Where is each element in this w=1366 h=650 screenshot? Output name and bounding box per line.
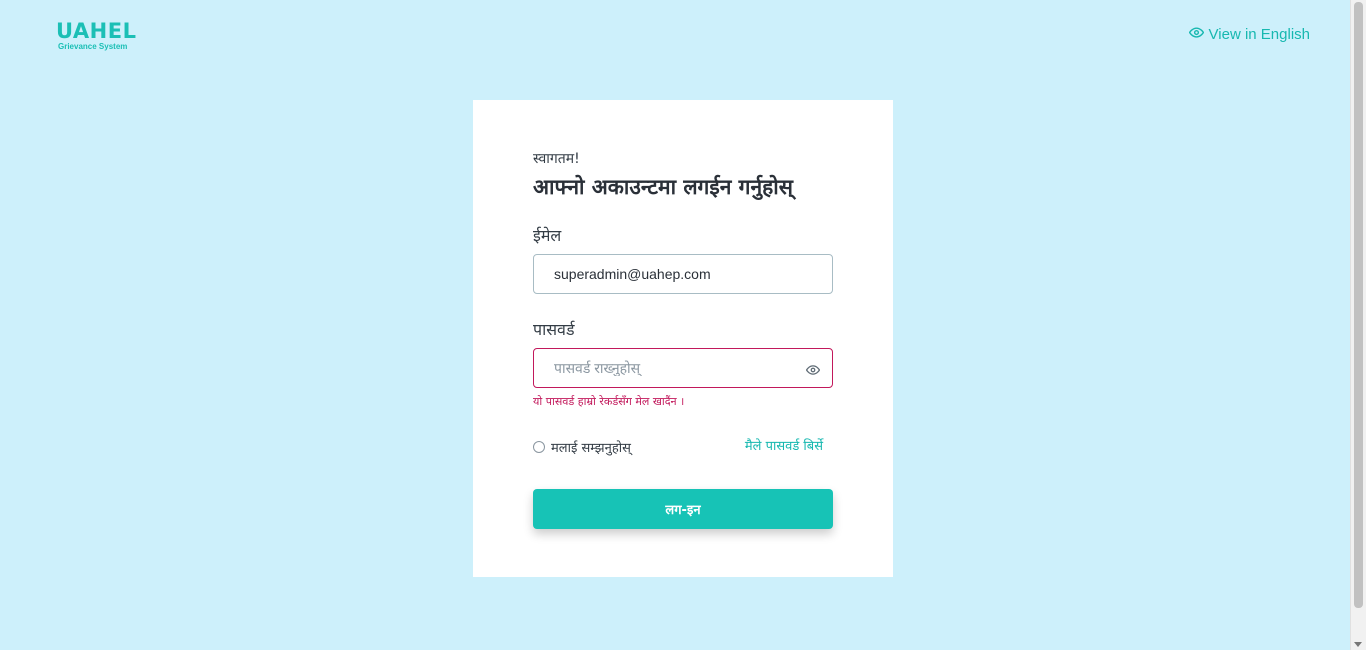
- password-error-message: यो पासवर्ड हाम्रो रेकर्डसँग मेल खादैंन ।: [533, 395, 685, 408]
- login-button[interactable]: लग-इन: [533, 489, 833, 529]
- language-toggle-link[interactable]: View in English: [1188, 25, 1310, 44]
- remember-me-radio[interactable]: मलाई सम्झनुहोस्: [533, 438, 631, 456]
- vertical-scrollbar[interactable]: [1350, 0, 1366, 650]
- page-title: आफ्नो अकाउन्टमा लगईन गर्नुहोस्: [533, 175, 793, 199]
- password-field[interactable]: [554, 360, 812, 376]
- password-label: पासवर्ड: [533, 320, 575, 339]
- login-card: स्वागतम! आफ्नो अकाउन्टमा लगईन गर्नुहोस् …: [473, 100, 893, 577]
- logo-subtitle: Grievance System: [58, 42, 128, 51]
- logo-title: UAHEL: [56, 19, 137, 43]
- email-field[interactable]: [554, 266, 812, 282]
- email-label: ईमेल: [533, 226, 562, 245]
- remember-me-label: मलाई सम्झनुहोस्: [551, 441, 631, 456]
- login-form: स्वागतम! आफ्नो अकाउन्टमा लगईन गर्नुहोस् …: [533, 150, 833, 529]
- scroll-down-arrow-icon[interactable]: [1354, 642, 1362, 647]
- show-password-eye-icon[interactable]: [805, 362, 821, 376]
- language-toggle-label: View in English: [1208, 26, 1310, 43]
- forgot-password-link[interactable]: मैले पासवर्ड बिर्से: [745, 436, 823, 454]
- logo[interactable]: UAHEL Grievance System: [56, 20, 136, 51]
- login-page: UAHEL Grievance System View in English स…: [0, 0, 1366, 650]
- scrollbar-thumb[interactable]: [1354, 2, 1363, 608]
- password-field-wrapper: [533, 348, 833, 388]
- welcome-text: स्वागतम!: [533, 151, 580, 167]
- eye-icon: [1188, 25, 1204, 44]
- radio-circle-icon: [533, 441, 545, 453]
- email-field-wrapper: [533, 254, 833, 294]
